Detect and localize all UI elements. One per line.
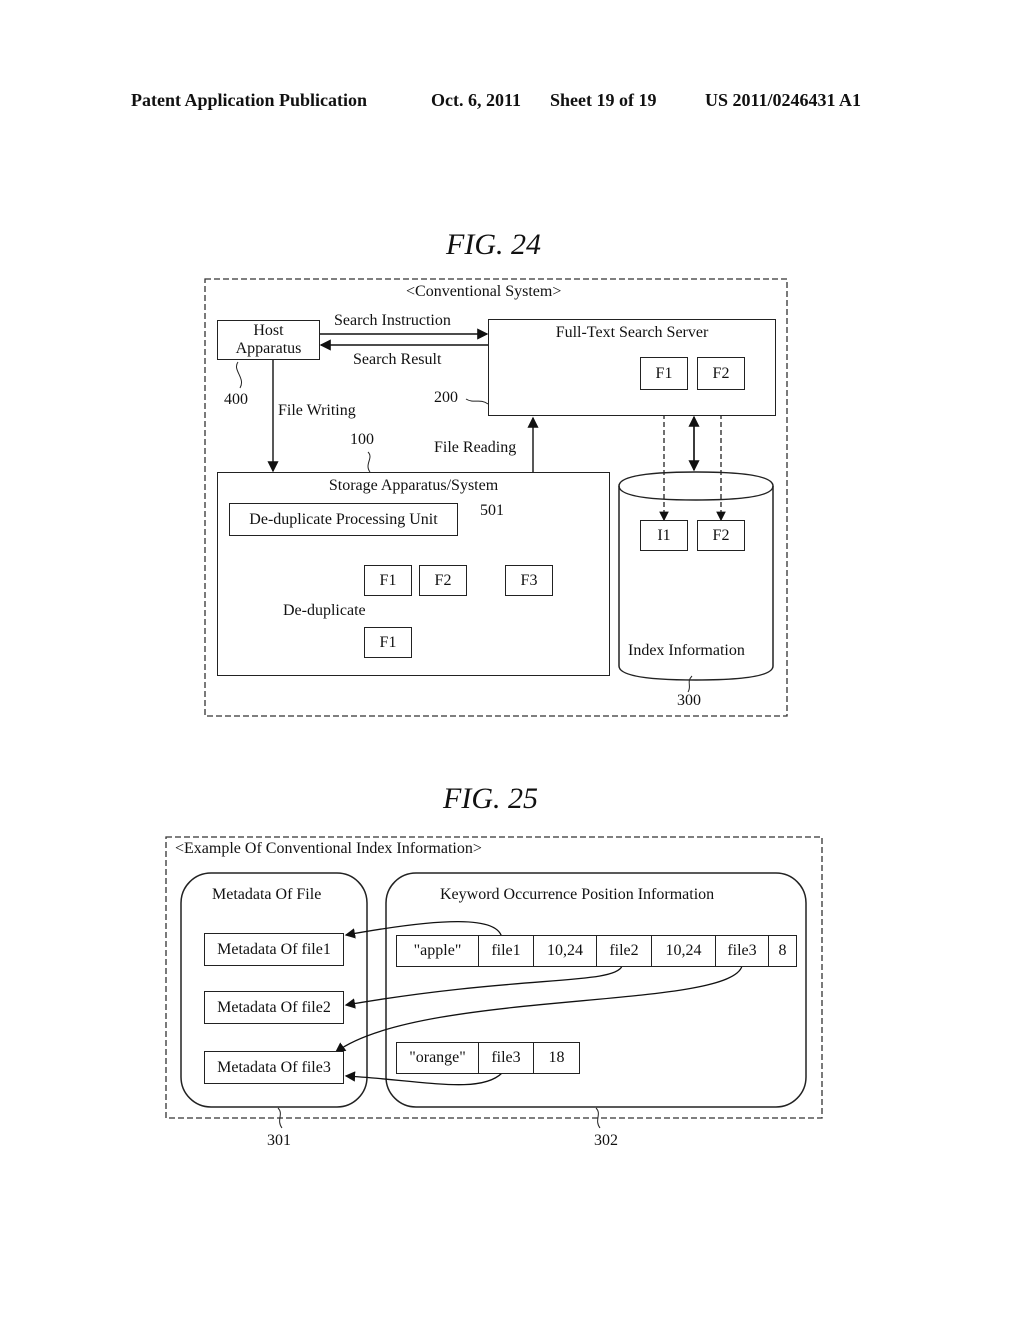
file-writing-label: File Writing	[278, 402, 356, 419]
storage-file-f3: F3	[505, 565, 553, 596]
server-file-f1: F1	[640, 357, 688, 390]
dedup-result-file-f1: F1	[364, 627, 412, 658]
search-instruction-label: Search Instruction	[334, 312, 451, 329]
fig24-frame-label: <Conventional System>	[406, 283, 562, 300]
host-label-line2: Apparatus	[235, 340, 302, 357]
host-label-line1: Host	[253, 322, 284, 339]
metadata-file2-box: Metadata Of file2	[204, 991, 344, 1024]
metadata-file1-box: Metadata Of file1	[204, 933, 344, 966]
keyword-panel-ref: 302	[594, 1132, 618, 1149]
dedup-processing-unit-box: De-duplicate Processing Unit	[229, 503, 458, 536]
metadata-panel-title: Metadata Of File	[212, 886, 322, 903]
orange-positions-cell: 18	[533, 1042, 580, 1074]
index-file-f2: F2	[697, 520, 745, 551]
fig25-frame-label: <Example Of Conventional Index Informati…	[175, 840, 482, 857]
file-reading-label: File Reading	[434, 439, 517, 456]
apple-file1-cell: file1	[478, 935, 534, 967]
fig25-title: FIG. 25	[443, 782, 538, 815]
apple-file3-cell: file3	[715, 935, 769, 967]
apple-keyword-cell: "apple"	[396, 935, 479, 967]
server-ref: 200	[434, 389, 458, 406]
server-label: Full-Text Search Server	[555, 324, 709, 341]
apple-positions3-cell: 8	[768, 935, 797, 967]
keyword-panel-title: Keyword Occurrence Position Information	[440, 886, 715, 903]
storage-file-f2: F2	[419, 565, 467, 596]
index-information-label: Index Information	[628, 642, 745, 659]
orange-file3-cell: file3	[478, 1042, 534, 1074]
apple-positions2-cell: 10,24	[651, 935, 716, 967]
metadata-file3-box: Metadata Of file3	[204, 1051, 344, 1084]
server-file-f2: F2	[697, 357, 745, 390]
orange-file3-link-arrow	[344, 1071, 503, 1086]
dedup-label: De-duplicate	[283, 602, 366, 619]
dedup-unit-ref: 501	[480, 502, 504, 519]
storage-ref: 100	[350, 431, 374, 448]
index-ref: 300	[677, 692, 701, 709]
host-apparatus-box: Host Apparatus	[217, 320, 320, 360]
index-file-i1: I1	[640, 520, 688, 551]
search-result-label: Search Result	[353, 351, 442, 368]
apple-positions1-cell: 10,24	[533, 935, 597, 967]
apple-file2-cell: file2	[596, 935, 652, 967]
file3-link-arrow	[334, 965, 743, 1053]
host-ref: 400	[224, 391, 248, 408]
orange-keyword-cell: "orange"	[396, 1042, 479, 1074]
storage-file-f1: F1	[364, 565, 412, 596]
file2-link-arrow	[344, 965, 623, 1009]
metadata-panel-ref: 301	[267, 1132, 291, 1149]
storage-label: Storage Apparatus/System	[328, 477, 499, 494]
